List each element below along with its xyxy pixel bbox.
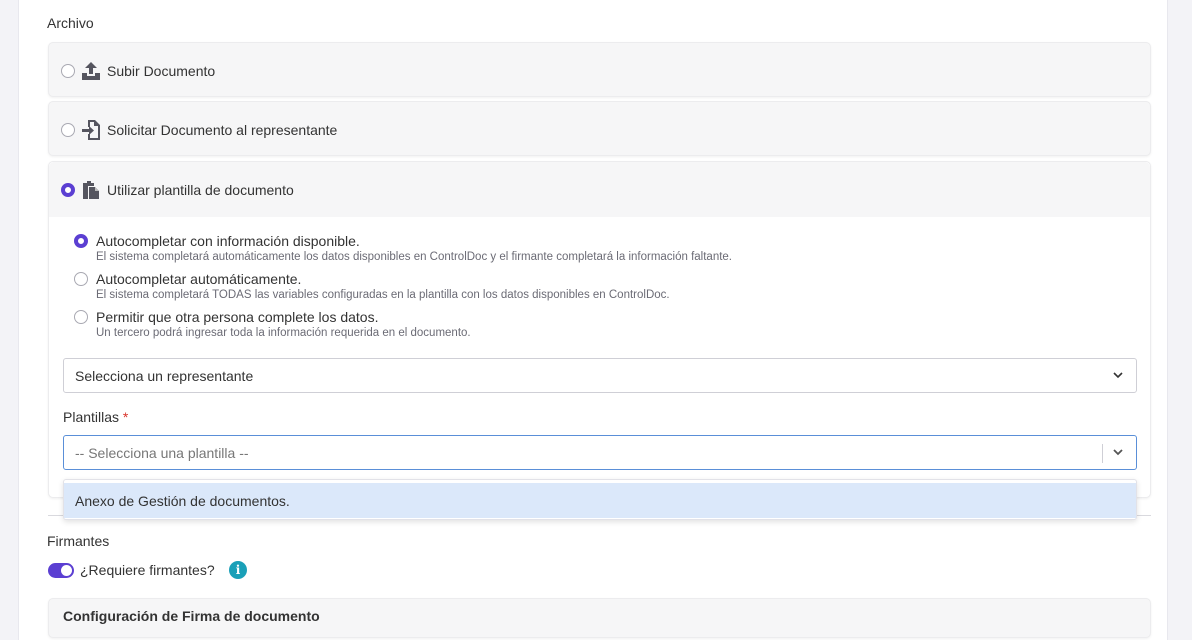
option-solicitar-documento[interactable]: Solicitar Documento al representante — [48, 101, 1151, 156]
config-firma-title: Configuración de Firma de documento — [63, 608, 320, 624]
template-option-title: Permitir que otra persona complete los d… — [96, 309, 379, 325]
plantillas-label: Plantillas — [63, 409, 120, 425]
plantillas-select[interactable]: -- Selecciona una plantilla -- — [63, 435, 1137, 470]
toggle-knob — [61, 565, 72, 576]
option-label: Subir Documento — [107, 62, 216, 79]
dropdown-option[interactable]: Anexo de Gestión de documentos. — [64, 483, 1136, 518]
template-option-desc: El sistema completará automáticamente lo… — [96, 251, 733, 263]
config-firma-box: Configuración de Firma de documento — [48, 598, 1151, 638]
option-label: Solicitar Documento al representante — [107, 121, 338, 138]
chevron-down-icon[interactable] — [1112, 445, 1124, 461]
archivo-section-title: Archivo — [47, 15, 94, 31]
plantillas-label-row: Plantillas * — [63, 409, 128, 425]
info-icon[interactable]: i — [229, 561, 247, 579]
file-import-icon — [80, 119, 102, 141]
radio-solicitar-documento[interactable] — [61, 122, 75, 137]
chevron-down-icon — [1112, 368, 1124, 384]
template-option-title: Autocompletar automáticamente. — [96, 271, 302, 287]
radio-subir-documento[interactable] — [61, 63, 75, 78]
radio-utilizar-plantilla[interactable] — [61, 182, 75, 197]
radio-autocompletar-auto[interactable] — [74, 272, 88, 286]
firmantes-section-title: Firmantes — [47, 533, 110, 549]
upload-icon — [80, 60, 102, 82]
representante-select[interactable]: Selecciona un representante — [63, 358, 1137, 393]
radio-permitir-otra-persona[interactable] — [74, 310, 88, 324]
template-option-3[interactable]: Permitir que otra persona complete los d… — [74, 309, 471, 339]
paste-clipboard-icon — [80, 179, 102, 201]
template-option-title: Autocompletar con información disponible… — [96, 233, 360, 249]
requiere-firmantes-toggle[interactable] — [48, 563, 74, 578]
template-option-desc: El sistema completará TODAS las variable… — [96, 289, 670, 301]
option-label: Utilizar plantilla de documento — [107, 181, 294, 198]
radio-autocompletar-info[interactable] — [74, 234, 88, 248]
select-separator — [1102, 444, 1103, 463]
template-option-2[interactable]: Autocompletar automáticamente. El sistem… — [74, 271, 670, 301]
template-option-1[interactable]: Autocompletar con información disponible… — [74, 233, 732, 263]
plantillas-dropdown: Anexo de Gestión de documentos. — [63, 479, 1137, 520]
plantillas-placeholder: -- Selecciona una plantilla -- — [75, 444, 249, 461]
template-option-desc: Un tercero podrá ingresar toda la inform… — [96, 327, 471, 339]
required-mark: * — [122, 409, 129, 425]
representante-select-value: Selecciona un representante — [75, 367, 254, 384]
option-subir-documento[interactable]: Subir Documento — [48, 42, 1151, 97]
requiere-firmantes-label: ¿Requiere firmantes? — [80, 562, 215, 578]
